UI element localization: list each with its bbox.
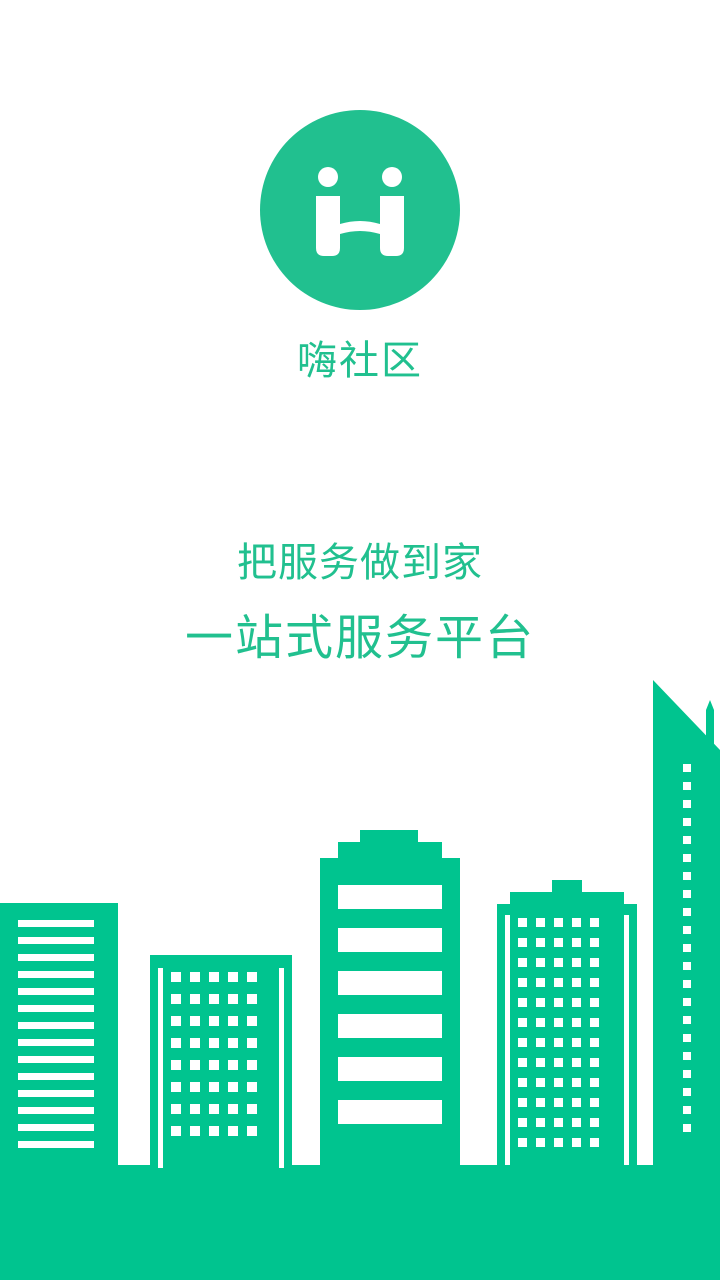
hi-logo-icon <box>316 167 404 256</box>
slogan-primary: 把服务做到家 <box>237 540 483 586</box>
slogan-secondary: 一站式服务平台 <box>184 610 535 666</box>
city-skyline-illustration <box>0 680 720 1280</box>
app-logo <box>260 110 460 310</box>
app-name: 嗨社区 <box>297 338 423 384</box>
